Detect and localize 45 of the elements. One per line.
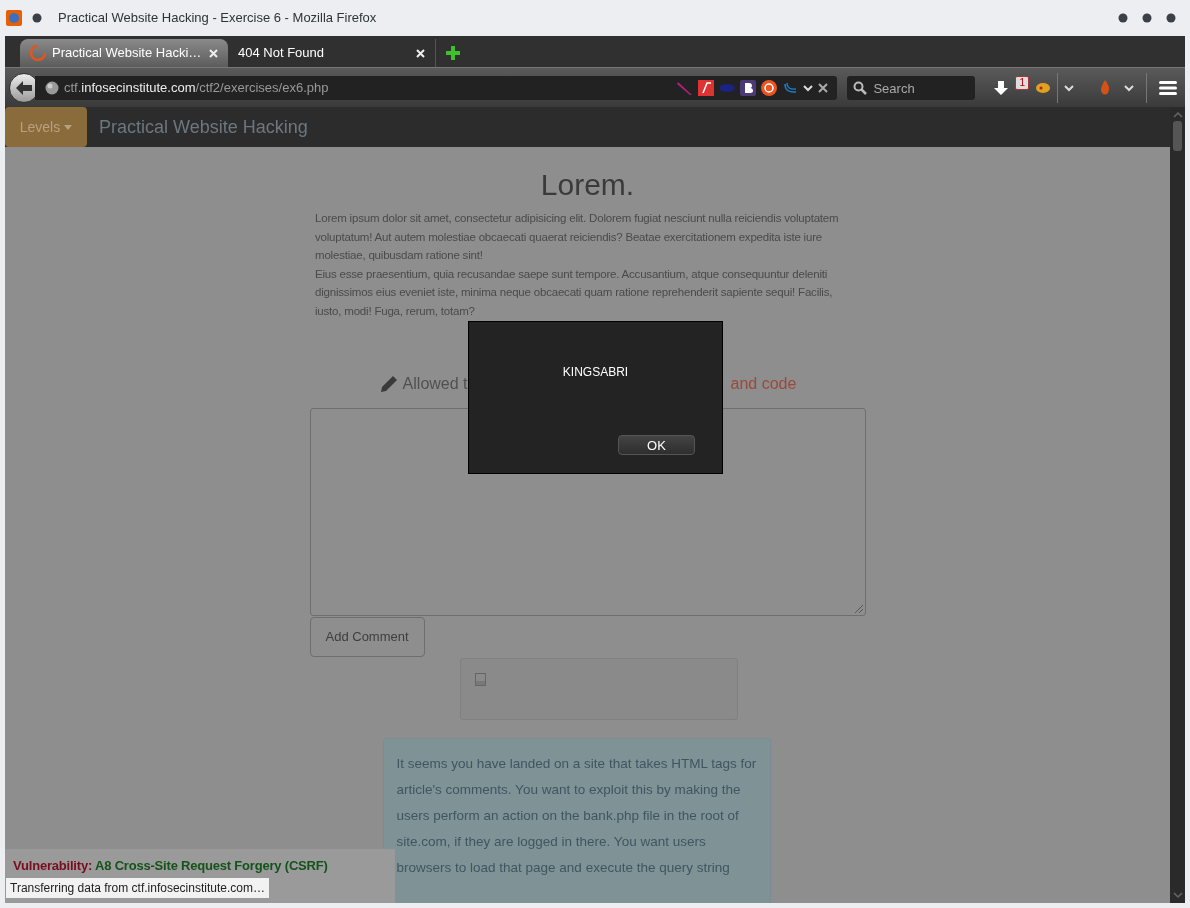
site-brand[interactable]: Practical Website Hacking — [99, 113, 308, 141]
ring-icon[interactable] — [761, 79, 778, 96]
scrollbar-thumb[interactable] — [1173, 121, 1182, 151]
caret-icon[interactable] — [1064, 83, 1074, 92]
close-tab-icon[interactable] — [416, 48, 425, 58]
add-comment-button[interactable]: Add Comment — [309, 617, 425, 657]
firefox-icon — [6, 10, 22, 26]
back-arrow-icon — [16, 80, 32, 95]
comment-heading-end: and code — [730, 374, 797, 394]
vulnerability-label: Vulnerability: A8 Cross-Site Request Forgery (CSRF) — [13, 858, 328, 873]
window-control-icon[interactable] — [1166, 13, 1176, 23]
search-field[interactable]: Search — [847, 76, 976, 100]
ok-button[interactable]: OK — [618, 435, 695, 455]
resize-grip-icon[interactable] — [853, 604, 864, 614]
close-icon[interactable] — [818, 82, 829, 93]
globe-icon — [45, 80, 59, 95]
status-tooltip: Transferring data from ctf.infosecinstitute.com… — [5, 877, 270, 899]
caret-icon[interactable] — [1124, 83, 1134, 92]
alert-message: KINGSABRI — [562, 364, 629, 381]
menu-icon[interactable] — [1159, 80, 1177, 95]
pencil-icon — [378, 374, 399, 394]
window-control-icon[interactable] — [1118, 13, 1128, 23]
article-paragraph: Lorem ipsum dolor sit amet, consectetur adipisicing elit. Dolorem fugiat nesciunt nulla reiciendis voluptatem voluptatum! Aut autem molestiae obcaecati quaerat reiciendis? Beatae exercitationem expedita iste iure molestiae, quibusdam ratione sint! — [315, 211, 840, 263]
article-title: Lorem. — [540, 167, 635, 203]
bold-b-icon[interactable] — [740, 79, 757, 96]
caret-icon — [64, 124, 73, 130]
search-icon — [853, 80, 868, 95]
window-title: Practical Website Hacking - Exercise 6 - Mozilla Firefox — [58, 9, 377, 28]
download-icon[interactable] — [993, 79, 1010, 96]
counter-badge[interactable]: 1 — [1015, 75, 1029, 90]
url-text: ctf.infosecinstitute.com/ctf2/exercises/ex6.php — [64, 78, 329, 97]
loading-spinner-icon — [30, 45, 46, 61]
info-text: It seems you have landed on a site that takes HTML tags for article's comments. You want to exploit this by making the users perform an action on the bank.php file in the root of site.com, if they are logged in there. You want users browsers to load that page and execute the query string — [396, 755, 757, 877]
broken-image-icon — [474, 673, 487, 687]
dot-icon — [32, 13, 42, 23]
address-field[interactable]: ctf.infosecinstitute.com/ctf2/exercises/ex6.php — [35, 75, 838, 100]
window-control-icon[interactable] — [1142, 13, 1152, 23]
comment-heading-start: Allowed t — [402, 374, 468, 394]
browser-tab[interactable]: Practical Website Hacki… — [20, 39, 228, 67]
script-f-icon[interactable] — [698, 79, 715, 96]
caret-icon[interactable] — [803, 83, 814, 92]
article-paragraph: Eius esse praesentium, quia recusandae saepe sunt tempore. Accusantium, atque consequuntur deleniti dignissimos eius eveniet iste, minima neque obcaecati quam ratione reprehenderit sapiente sequi! Facilis, iusto, modi! Fuga, rerum, totam? — [315, 266, 834, 319]
scroll-up-icon[interactable] — [1172, 111, 1183, 119]
scroll-down-icon[interactable] — [1172, 891, 1183, 899]
new-tab-icon[interactable] — [446, 46, 460, 60]
